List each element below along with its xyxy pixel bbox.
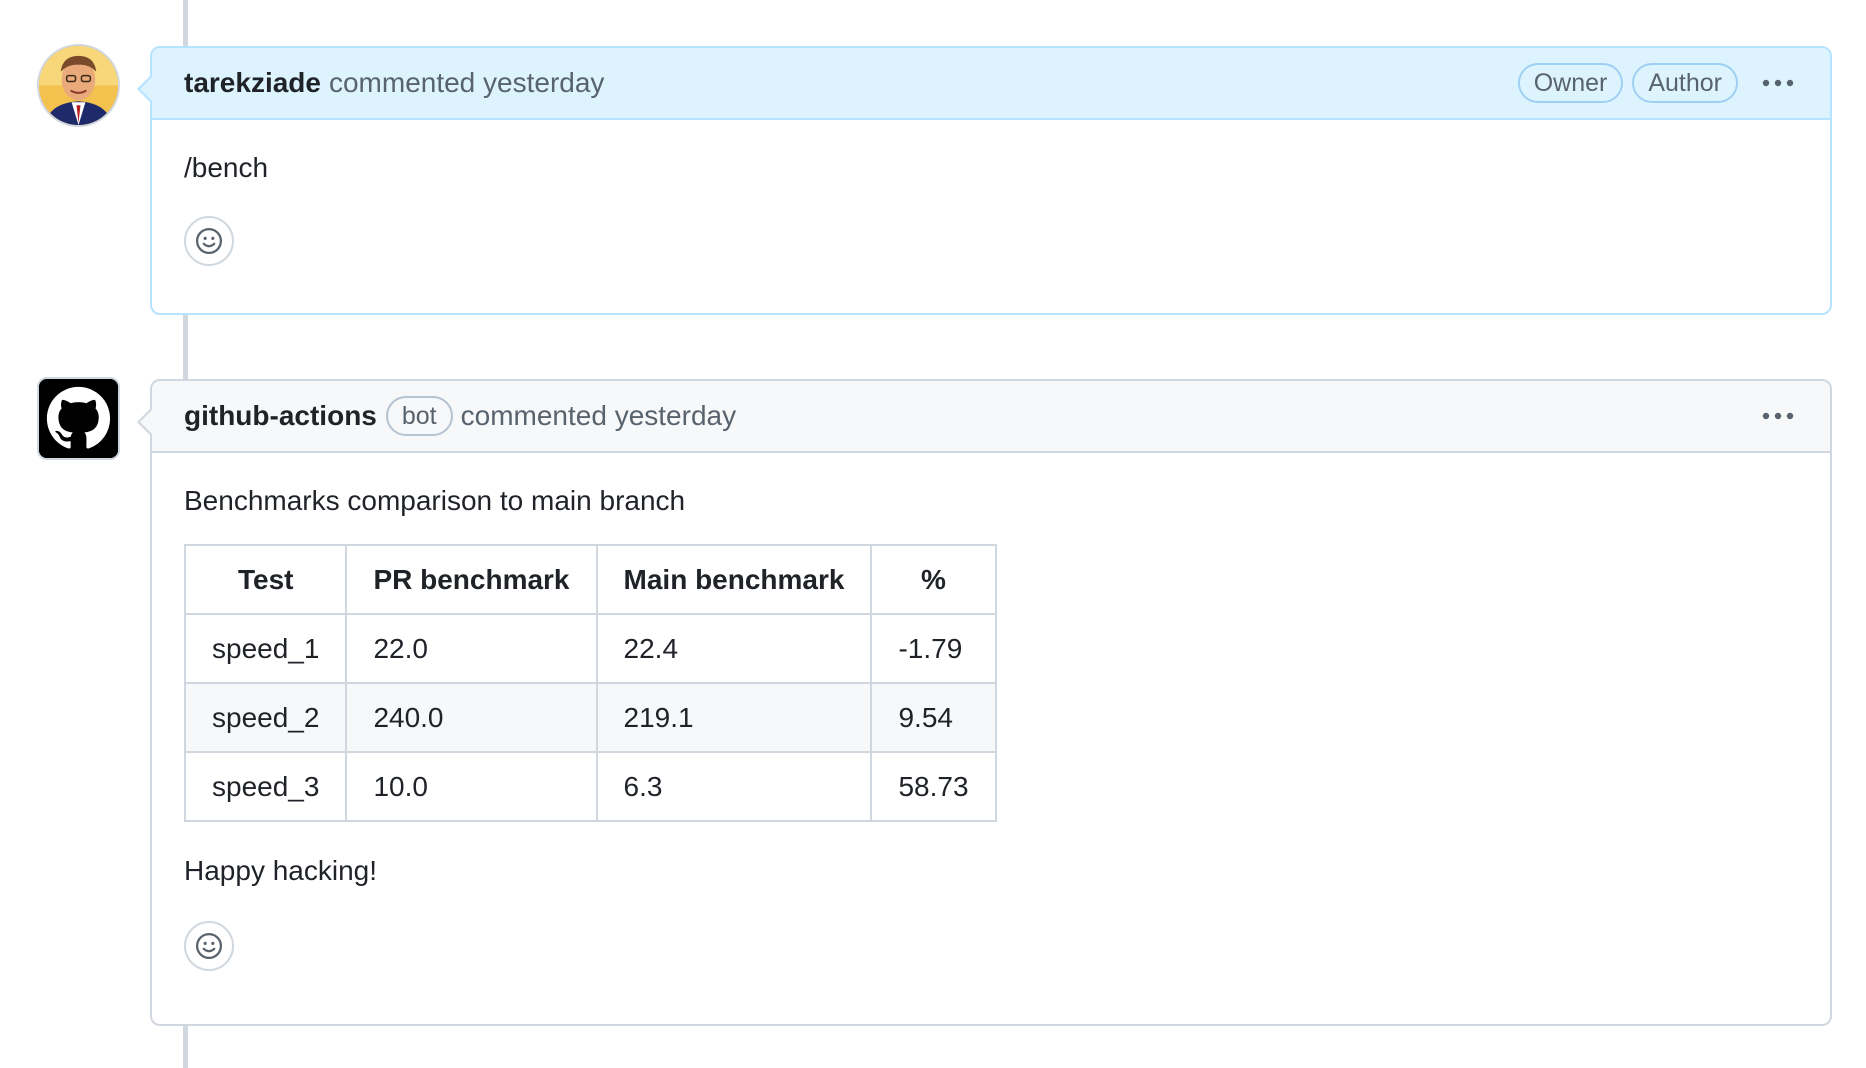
- table-header-cell: %: [870, 544, 997, 615]
- table-row: speed_3 10.0 6.3 58.73: [183, 751, 997, 822]
- table-cell: 22.4: [595, 613, 873, 684]
- github-octocat-icon: [39, 379, 118, 458]
- add-reaction-button[interactable]: [184, 216, 234, 266]
- comment-options-button[interactable]: [1758, 396, 1798, 436]
- smiley-icon: [195, 932, 223, 960]
- table-cell: 10.0: [345, 751, 598, 822]
- table-row: speed_1 22.0 22.4 -1.79: [183, 613, 997, 684]
- kebab-horizontal-icon: [1762, 412, 1794, 420]
- benchmark-table: Test PR benchmark Main benchmark % speed…: [183, 544, 997, 822]
- comment-header: github-actions bot commented yesterday: [152, 381, 1830, 453]
- user-avatar[interactable]: [37, 44, 120, 127]
- table-header-cell: PR benchmark: [345, 544, 598, 615]
- table-row: speed_2 240.0 219.1 9.54: [183, 682, 997, 753]
- comment-timestamp[interactable]: commented yesterday: [329, 67, 604, 99]
- comment-tarekziade: tarekziade commented yesterday Owner Aut…: [137, 46, 1832, 315]
- table-cell: speed_2: [183, 682, 348, 753]
- table-cell: 9.54: [870, 682, 997, 753]
- comment-pointer: [137, 74, 153, 104]
- author-label: Author: [1632, 63, 1738, 103]
- comment-body: Benchmarks comparison to main branch Tes…: [152, 453, 1830, 971]
- table-cell: 240.0: [345, 682, 598, 753]
- smiley-icon: [195, 227, 223, 255]
- comment-timestamp[interactable]: commented yesterday: [461, 400, 736, 432]
- comment-header: tarekziade commented yesterday Owner Aut…: [152, 48, 1830, 120]
- table-header-cell: Test: [183, 544, 348, 615]
- comment-author-link[interactable]: github-actions: [184, 400, 377, 432]
- comment-github-actions: github-actions bot commented yesterday B…: [137, 379, 1832, 1026]
- table-cell: -1.79: [870, 613, 997, 684]
- add-reaction-button[interactable]: [184, 921, 234, 971]
- comment-intro-text: Benchmarks comparison to main branch: [184, 485, 686, 516]
- comment-text: /bench: [184, 152, 269, 183]
- owner-label: Owner: [1517, 63, 1624, 103]
- comment-author-link[interactable]: tarekziade: [184, 67, 321, 99]
- bot-label: bot: [385, 396, 453, 436]
- comment-body: /bench: [152, 120, 1830, 266]
- table-header-row: Test PR benchmark Main benchmark %: [183, 544, 997, 615]
- table-cell: speed_1: [183, 613, 348, 684]
- github-actions-avatar[interactable]: [37, 377, 120, 460]
- table-cell: speed_3: [183, 751, 348, 822]
- table-cell: 22.0: [345, 613, 598, 684]
- table-cell: 6.3: [595, 751, 873, 822]
- kebab-horizontal-icon: [1762, 79, 1794, 87]
- table-cell: 219.1: [595, 682, 873, 753]
- comment-options-button[interactable]: [1758, 63, 1798, 103]
- comment-pointer: [137, 407, 153, 437]
- comment-outro-text: Happy hacking!: [184, 855, 378, 886]
- user-portrait-icon: [39, 46, 118, 125]
- table-cell: 58.73: [870, 751, 997, 822]
- table-header-cell: Main benchmark: [595, 544, 873, 615]
